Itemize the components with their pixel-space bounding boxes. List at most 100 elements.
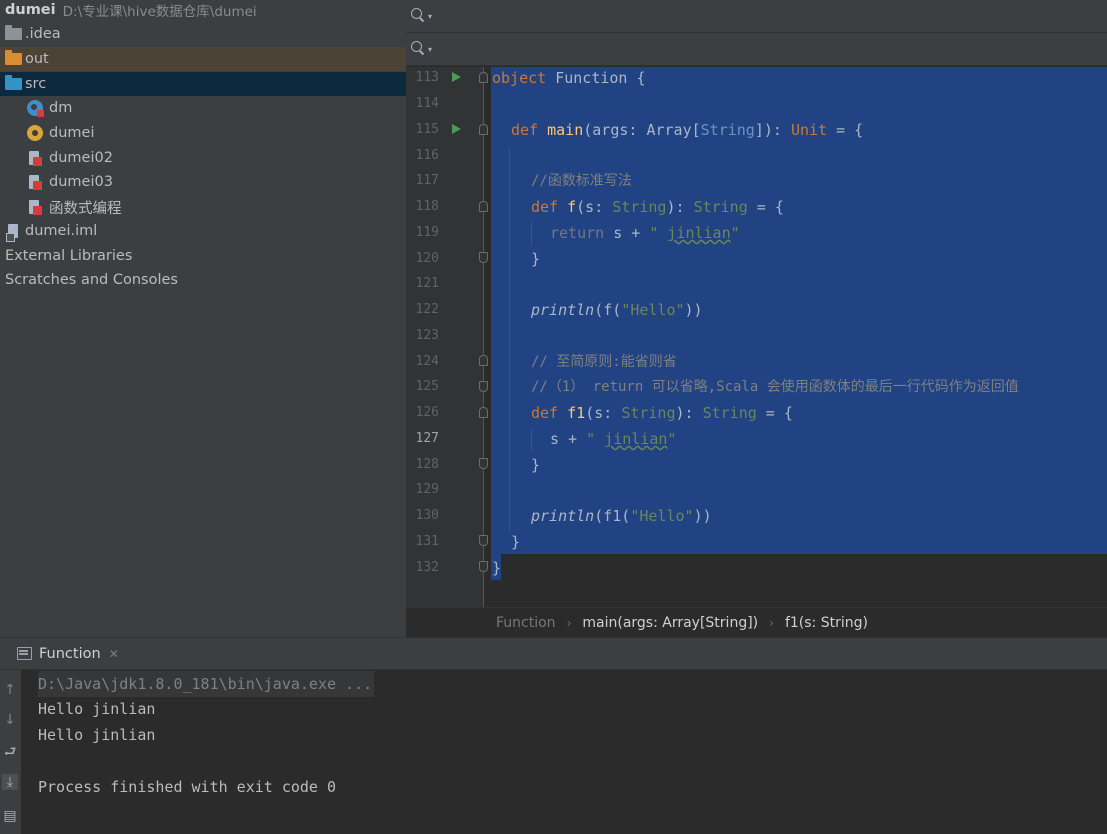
fold-open-icon[interactable] xyxy=(479,407,488,418)
fold-close-icon[interactable] xyxy=(479,252,488,263)
code-line-127: s + " jinlian" xyxy=(550,426,676,452)
chevron-right-icon: › xyxy=(566,615,572,630)
indent-guide xyxy=(531,222,532,246)
code-line-130: println(f1("Hello")) xyxy=(531,503,712,529)
breadcrumb-item[interactable]: main(args: Array[String]) xyxy=(582,615,758,631)
fold-open-icon[interactable] xyxy=(479,201,488,212)
line-number: 129 xyxy=(415,482,439,497)
breadcrumb-item[interactable]: f1(s: String) xyxy=(785,615,868,631)
fold-open-icon[interactable] xyxy=(479,355,488,366)
soft-wrap-icon[interactable]: ⮐ xyxy=(2,744,18,760)
print-icon[interactable]: ▤ xyxy=(2,808,18,824)
code-token: ]): xyxy=(754,121,791,139)
code-token: main xyxy=(547,121,584,139)
tree-item-label: dm xyxy=(49,100,73,116)
search-icon[interactable] xyxy=(411,41,427,57)
fold-close-icon[interactable] xyxy=(479,458,488,469)
scala-file-icon xyxy=(28,199,43,216)
chevron-down-icon: ▾ xyxy=(428,44,433,54)
tree-item-scratches[interactable]: Scratches and Consoles xyxy=(0,268,406,292)
code-token: = { xyxy=(756,404,793,422)
code-token: String xyxy=(702,404,757,422)
code-token: jinlian xyxy=(667,224,731,242)
tree-item-external-libraries[interactable]: External Libraries xyxy=(0,244,406,268)
code-token: (s: xyxy=(585,404,622,422)
line-number: 116 xyxy=(415,148,439,163)
code-line-120: } xyxy=(531,250,541,268)
tree-item-label: dumei03 xyxy=(49,174,113,190)
code-token: String xyxy=(612,198,667,216)
scala-object-icon xyxy=(27,125,43,141)
code-line-128: } xyxy=(531,456,541,474)
arrow-down-icon[interactable]: ↓ xyxy=(2,712,18,728)
run-tab-label[interactable]: Function xyxy=(39,646,101,662)
tree-item-dumei-iml[interactable]: dumei.iml xyxy=(0,219,406,243)
scala-file-icon xyxy=(28,150,43,167)
fold-open-icon[interactable] xyxy=(479,72,488,83)
code-token: s + xyxy=(604,224,650,242)
code-line-132: } xyxy=(492,559,502,577)
code-token: " xyxy=(667,430,677,448)
folder-excluded-icon xyxy=(5,50,22,65)
fold-close-icon[interactable] xyxy=(479,561,488,572)
tree-item-dm[interactable]: dm xyxy=(0,96,406,120)
code-line-115: def main(args: Array[String]): Unit = { xyxy=(511,117,863,143)
close-icon[interactable]: ✕ xyxy=(109,647,119,661)
indent-guide xyxy=(531,428,532,452)
breadcrumb-item[interactable]: Function xyxy=(496,615,556,631)
code-line-113: object Function { xyxy=(492,65,646,91)
tree-root-dumei[interactable]: dumei D:\专业课\hive数据仓库\dumei xyxy=(0,0,406,22)
code-token: Function { xyxy=(546,69,646,87)
arrow-up-icon[interactable]: ↑ xyxy=(2,682,18,698)
line-number: 126 xyxy=(415,405,439,420)
line-number: 125 xyxy=(415,379,439,394)
code-token: )) xyxy=(684,301,703,319)
code-token: (args: Array[ xyxy=(583,121,701,139)
console-line: Hello jinlian xyxy=(38,726,156,744)
fold-open-icon[interactable] xyxy=(479,124,488,135)
tree-item-label: .idea xyxy=(25,26,61,42)
code-token: "Hello" xyxy=(630,507,694,525)
scala-class-icon xyxy=(27,100,44,117)
indent-guide xyxy=(509,147,510,531)
line-number: 117 xyxy=(415,173,439,188)
code-token: = { xyxy=(827,121,864,139)
tree-item-label: dumei.iml xyxy=(25,223,98,239)
tree-item-functional[interactable]: 函数式编程 xyxy=(0,195,406,219)
code-token: " xyxy=(586,430,605,448)
run-arrow-icon[interactable] xyxy=(452,124,461,134)
code-token: return xyxy=(550,224,605,242)
code-token: f1 xyxy=(567,404,586,422)
search-icon[interactable] xyxy=(411,8,427,24)
code-token: String xyxy=(621,404,676,422)
code-line-117: //函数标准写法 xyxy=(531,173,632,189)
line-number: 122 xyxy=(415,302,439,317)
tree-item-idea[interactable]: .idea xyxy=(0,22,406,46)
tree-item-dumei02[interactable]: dumei02 xyxy=(0,146,406,170)
line-number: 119 xyxy=(415,225,439,240)
tree-item-src[interactable]: src xyxy=(0,72,406,96)
tree-item-dumei[interactable]: dumei xyxy=(0,121,406,145)
chevron-down-icon: ▾ xyxy=(428,11,433,21)
search-bar-secondary[interactable]: ▾ xyxy=(406,33,1107,66)
console-line-command[interactable]: D:\Java\jdk1.8.0_181\bin\java.exe ... xyxy=(38,671,375,697)
tree-item-out[interactable]: out xyxy=(0,47,406,71)
code-token: Unit xyxy=(790,121,828,139)
line-number: 132 xyxy=(415,560,439,575)
code-line-119: return s + " jinlian" xyxy=(550,220,740,246)
code-token: s + xyxy=(550,430,587,448)
code-token: String xyxy=(700,121,755,139)
fold-close-icon[interactable] xyxy=(479,381,488,392)
fold-close-icon[interactable] xyxy=(479,535,488,546)
tree-item-dumei03[interactable]: dumei03 xyxy=(0,170,406,194)
run-tab-bar: Function ✕ xyxy=(0,637,1107,670)
tree-item-label: out xyxy=(25,51,49,67)
line-number: 121 xyxy=(415,276,439,291)
line-number: 130 xyxy=(415,508,439,523)
search-bar[interactable]: ▾ xyxy=(406,0,1107,33)
line-number: 131 xyxy=(415,534,439,549)
line-number: 128 xyxy=(415,457,439,472)
tree-item-label: src xyxy=(25,76,47,92)
scroll-to-end-icon[interactable]: ⤓ xyxy=(2,774,18,790)
run-arrow-icon[interactable] xyxy=(452,72,461,82)
